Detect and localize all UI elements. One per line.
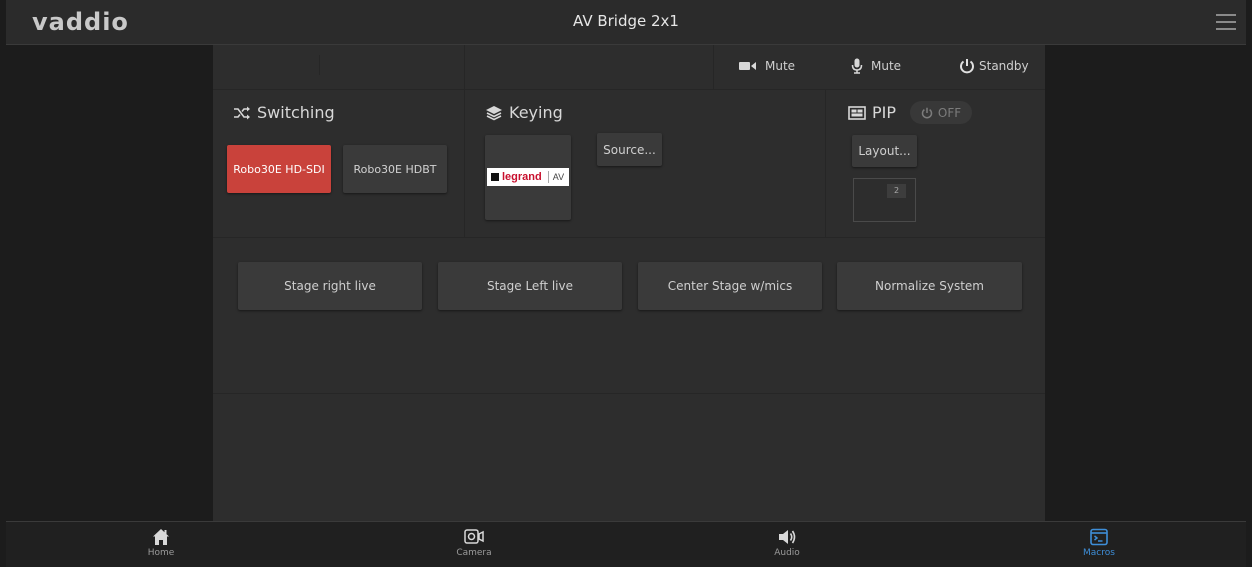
bottom-nav: Home Camera Audio Macros bbox=[6, 521, 1246, 567]
right-gutter bbox=[1046, 45, 1252, 521]
input-robo30e-hd-sdi-button[interactable]: Robo30E HD-SDI bbox=[227, 145, 331, 193]
nav-home[interactable]: Home bbox=[131, 528, 191, 558]
macros-icon bbox=[1090, 528, 1108, 546]
macro-center-stage-button[interactable]: Center Stage w/mics bbox=[638, 262, 822, 310]
nav-audio[interactable]: Audio bbox=[757, 528, 817, 558]
pip-layout-preview[interactable]: 2 bbox=[853, 178, 916, 222]
divider bbox=[464, 45, 465, 237]
pip-title: PIP bbox=[848, 103, 896, 122]
section-divider bbox=[213, 237, 1045, 238]
section-divider bbox=[213, 393, 1045, 394]
divider bbox=[825, 89, 826, 237]
microphone-icon bbox=[851, 58, 863, 74]
standby-button[interactable]: Standby bbox=[959, 58, 1029, 74]
camera-icon bbox=[464, 529, 484, 544]
nav-camera[interactable]: Camera bbox=[444, 528, 504, 558]
divider bbox=[319, 55, 320, 75]
macro-stage-right-live-button[interactable]: Stage right live bbox=[238, 262, 422, 310]
input-robo30e-hdbt-button[interactable]: Robo30E HDBT bbox=[343, 145, 447, 193]
legrand-logo: legrand AV bbox=[487, 168, 569, 186]
audio-mute-button[interactable]: Mute bbox=[851, 58, 901, 74]
macro-normalize-system-button[interactable]: Normalize System bbox=[837, 262, 1022, 310]
audio-mute-label: Mute bbox=[871, 59, 902, 73]
nav-macros[interactable]: Macros bbox=[1069, 528, 1129, 558]
switching-title: Switching bbox=[233, 103, 335, 122]
power-icon bbox=[921, 107, 933, 118]
layers-icon bbox=[486, 105, 502, 120]
keying-title: Keying bbox=[485, 103, 563, 122]
legrand-mark-icon bbox=[491, 173, 499, 181]
left-gutter bbox=[6, 45, 213, 521]
divider bbox=[713, 45, 714, 89]
video-mute-label: Mute bbox=[765, 59, 796, 73]
main-panel: Mute Mute Standby Switching Robo30E HD-S… bbox=[213, 45, 1045, 521]
top-controls-row bbox=[213, 45, 1045, 90]
pip-toggle[interactable]: OFF bbox=[910, 101, 972, 124]
power-icon bbox=[960, 59, 974, 74]
keying-source-thumbnail[interactable]: legrand AV bbox=[485, 135, 571, 220]
page-title: AV Bridge 2x1 bbox=[573, 12, 679, 30]
pip-icon bbox=[848, 105, 866, 120]
macro-stage-left-live-button[interactable]: Stage Left live bbox=[438, 262, 622, 310]
video-mute-button[interactable]: Mute bbox=[739, 59, 795, 73]
keying-source-button[interactable]: Source... bbox=[597, 133, 662, 166]
top-bar: vaddio AV Bridge 2x1 bbox=[6, 0, 1246, 45]
hamburger-menu-icon[interactable] bbox=[1216, 14, 1236, 30]
pip-window-number: 2 bbox=[887, 184, 906, 198]
video-camera-icon bbox=[739, 62, 756, 70]
pip-state-label: OFF bbox=[937, 105, 962, 120]
speaker-icon bbox=[779, 530, 796, 544]
standby-label: Standby bbox=[979, 59, 1029, 73]
shuffle-icon bbox=[234, 106, 250, 119]
pip-layout-button[interactable]: Layout... bbox=[852, 135, 917, 167]
home-icon bbox=[153, 529, 169, 545]
app-root: vaddio AV Bridge 2x1 Mute Mute Standby S… bbox=[0, 0, 1252, 567]
